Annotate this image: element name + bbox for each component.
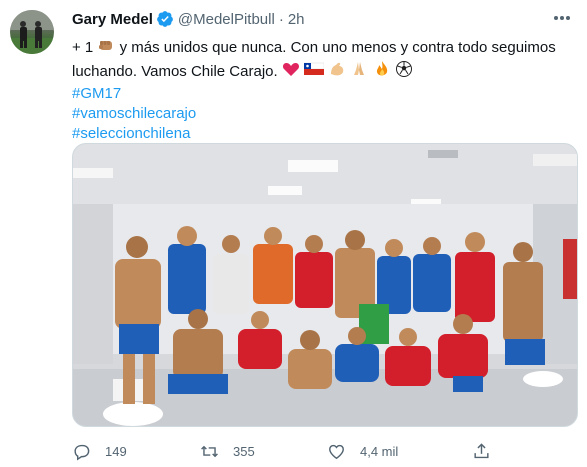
flexed-biceps-emoji-icon bbox=[328, 60, 346, 84]
fist-emoji-icon bbox=[97, 36, 115, 60]
share-icon bbox=[474, 442, 489, 458]
separator-dot: · bbox=[278, 10, 284, 28]
hashtag-seleccionchilena[interactable]: #seleccionchilena bbox=[72, 124, 577, 144]
tweet-text: + 1 y más unidos que nunca. Con uno meno… bbox=[72, 36, 577, 144]
tweet-card[interactable]: Gary Medel @MedelPitbull · 2h + 1 y más … bbox=[0, 0, 587, 467]
folded-hands-emoji-icon bbox=[350, 60, 368, 84]
reply-count: 149 bbox=[105, 443, 127, 459]
author-handle[interactable]: @MedelPitbull bbox=[178, 11, 275, 28]
tweet-text-prefix: + 1 bbox=[72, 38, 94, 56]
tweet-actions: 149 355 4,4 mil bbox=[72, 438, 577, 464]
tweet-photo[interactable] bbox=[72, 143, 578, 427]
heart-icon bbox=[329, 444, 344, 459]
reply-icon bbox=[74, 444, 90, 461]
hashtag-vamoschilecarajo[interactable]: #vamoschilecarajo bbox=[72, 104, 577, 124]
author-name[interactable]: Gary Medel bbox=[72, 11, 153, 28]
tweet-text-line-2-text: luchando. Vamos Chile Carajo. bbox=[72, 62, 278, 80]
red-heart-emoji-icon bbox=[282, 60, 300, 84]
tweet-text-line-2: luchando. Vamos Chile Carajo. bbox=[72, 60, 577, 84]
retweet-button[interactable]: 355 bbox=[200, 438, 255, 464]
verified-badge-icon bbox=[156, 10, 174, 28]
team-locker-room-photo bbox=[73, 144, 577, 426]
retweet-count: 355 bbox=[233, 443, 255, 459]
avatar-photo bbox=[10, 10, 54, 54]
tweet-text-rest: y más unidos que nunca. Con uno menos y … bbox=[119, 38, 556, 56]
like-button[interactable]: 4,4 mil bbox=[327, 438, 398, 464]
more-options-icon[interactable] bbox=[548, 8, 576, 28]
tweet-text-line-1: + 1 y más unidos que nunca. Con uno meno… bbox=[72, 36, 577, 60]
tweet-header: Gary Medel @MedelPitbull · 2h bbox=[72, 9, 305, 29]
hashtag-gm17[interactable]: #GM17 bbox=[72, 84, 577, 104]
reply-button[interactable]: 149 bbox=[72, 438, 127, 464]
retweet-icon bbox=[201, 445, 218, 457]
share-button[interactable] bbox=[472, 438, 491, 464]
soccer-ball-emoji-icon bbox=[395, 60, 413, 84]
avatar[interactable] bbox=[10, 10, 54, 54]
like-count: 4,4 mil bbox=[360, 443, 399, 459]
tweet-timestamp[interactable]: 2h bbox=[288, 11, 305, 28]
chile-flag-emoji-icon bbox=[303, 61, 325, 83]
fire-emoji-icon bbox=[373, 60, 391, 84]
